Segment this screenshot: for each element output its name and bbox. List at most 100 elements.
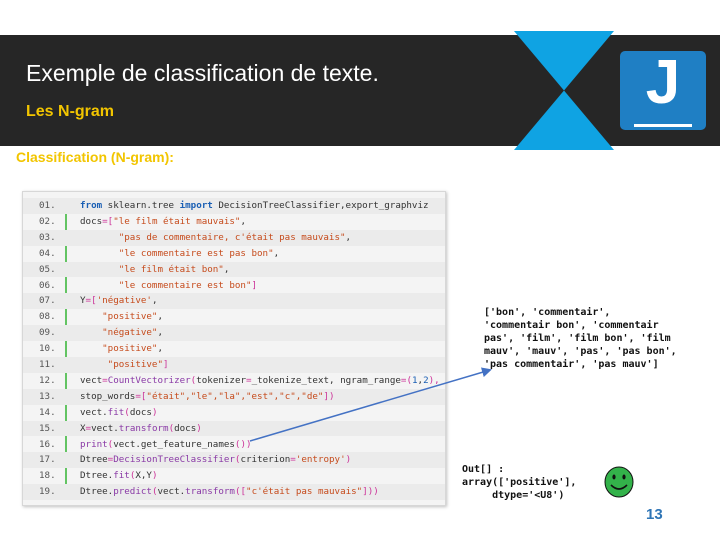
code-token: "le film était bon" <box>118 263 224 275</box>
prediction-output: Out[] : array(['positive'], dtype='<U8') <box>462 464 577 501</box>
code-text: vect=CountVectorizer(tokenizer=_tokenize… <box>80 373 440 389</box>
code-token: "le commentaire est bon" <box>118 279 252 291</box>
line-number: 05. <box>39 263 56 275</box>
code-token: _tokenize_text, ngram_range <box>251 374 401 386</box>
code-token: "c'était pas mauvais" <box>246 486 363 498</box>
code-text: Dtree.predict(vect.transform(["c'était p… <box>80 484 379 500</box>
smiley-icon <box>604 466 634 498</box>
code-token: 'négative' <box>96 295 152 307</box>
code-token: ()) <box>234 438 252 450</box>
code-text: Dtree=DecisionTreeClassifier(criterion='… <box>80 452 351 468</box>
code-token: , <box>223 263 230 275</box>
code-line: 10. "positive", <box>23 341 445 357</box>
code-line: 04. "le commentaire est pas bon", <box>23 246 445 262</box>
code-token: =[ <box>102 215 114 227</box>
code-token: ) <box>151 406 158 418</box>
code-token: 'entropy' <box>295 454 346 466</box>
code-line: 01. from sklearn.tree import DecisionTree… <box>23 198 445 214</box>
code-token: Dtree. <box>80 470 114 482</box>
code-token: tokenizer <box>196 374 247 386</box>
code-line: 19. Dtree.predict(vect.transform(["c'étai… <box>23 484 445 501</box>
code-token: transform <box>185 486 235 498</box>
line-number: 12. <box>39 374 56 386</box>
code-token: predict <box>113 486 152 498</box>
logo-letter: J <box>645 48 681 117</box>
line-number: 18. <box>39 470 56 482</box>
code-token: , <box>151 295 158 307</box>
code-line: 09. "négative", <box>23 325 445 342</box>
code-token: vect. <box>80 406 108 418</box>
j-logo-icon: J <box>620 48 706 130</box>
code-text: "le film était bon", <box>80 262 230 278</box>
code-token: DecisionTreeClassifier <box>113 454 235 466</box>
code-token: "positive" <box>102 311 158 323</box>
feature-names-output: ['bon', 'commentair', 'commentair bon', … <box>484 307 677 370</box>
code-token: =[ <box>135 390 147 402</box>
line-number: 04. <box>39 247 56 259</box>
code-token: "négative" <box>102 327 158 339</box>
code-line: 08. "positive", <box>23 309 445 325</box>
code-line: 03. "pas de commentaire, c'était pas mau… <box>23 229 445 246</box>
code-token: CountVectorizer <box>107 374 191 386</box>
code-token: "le commentaire est pas bon" <box>118 247 274 259</box>
code-line: 11. "positive"] <box>23 357 445 373</box>
code-token: , <box>345 231 352 243</box>
code-token: Dtree. <box>80 486 114 498</box>
code-token: fit <box>113 470 130 482</box>
code-token: print <box>80 438 108 450</box>
code-text: docs=["le film était mauvais", <box>80 214 246 230</box>
code-line: 07. Y=['négative', <box>23 293 445 310</box>
line-number: 17. <box>39 454 56 466</box>
code-token: =[ <box>85 295 97 307</box>
code-line: 14. vect.fit(docs) <box>23 405 445 421</box>
line-number: 01. <box>39 200 56 211</box>
code-token: ]) <box>323 390 335 402</box>
code-token: vect. <box>157 486 186 498</box>
code-token: "le film était mauvais" <box>113 215 241 227</box>
section-heading: Classification (N-gram): <box>16 149 174 165</box>
line-number: 15. <box>39 422 56 434</box>
code-token: "était","le","la","est","c","de" <box>146 390 324 402</box>
code-token: docs <box>174 422 197 434</box>
code-line: 16. print(vect.get_feature_names()) <box>23 437 445 453</box>
code-text: "pas de commentaire, c'était pas mauvais… <box>80 230 351 246</box>
line-number: 07. <box>39 295 56 307</box>
code-token: vect. <box>91 422 119 434</box>
code-text: X=vect.transform(docs) <box>80 421 202 437</box>
code-token: =( <box>400 374 412 386</box>
code-token: import <box>179 200 213 211</box>
code-text: "négative", <box>80 325 163 341</box>
code-line: 15. X=vect.transform(docs) <box>23 420 445 437</box>
code-token: ) <box>345 454 352 466</box>
code-token: ) <box>196 422 202 434</box>
code-token: vect.get_feature_names <box>113 438 235 450</box>
code-token: X,Y <box>135 470 152 482</box>
logo-underline <box>634 124 692 127</box>
code-token: ])) <box>362 486 379 498</box>
code-token: , <box>240 215 246 227</box>
line-number: 03. <box>39 231 56 243</box>
code-token: "positive" <box>107 359 163 370</box>
code-token: DecisionTreeClassifier,export_graphviz <box>212 200 429 211</box>
code-token: Dtree <box>80 454 108 466</box>
code-token: , <box>157 327 164 339</box>
code-token: , <box>157 343 164 355</box>
code-text: "positive"] <box>80 357 169 373</box>
code-panel: 01. from sklearn.tree import DecisionTree… <box>22 191 446 506</box>
code-text: "positive", <box>80 309 163 325</box>
code-token: criterion <box>240 454 291 466</box>
page-number: 13 <box>646 506 663 523</box>
code-token: transform <box>118 422 169 434</box>
code-text: "le commentaire est bon"] <box>80 278 257 294</box>
code-token: fit <box>107 406 125 418</box>
code-token: docs <box>80 215 103 227</box>
slide-title: Exemple de classification de texte. <box>26 60 379 86</box>
code-token: "positive" <box>102 343 158 355</box>
code-token: , <box>273 247 280 259</box>
line-number: 02. <box>39 215 56 227</box>
